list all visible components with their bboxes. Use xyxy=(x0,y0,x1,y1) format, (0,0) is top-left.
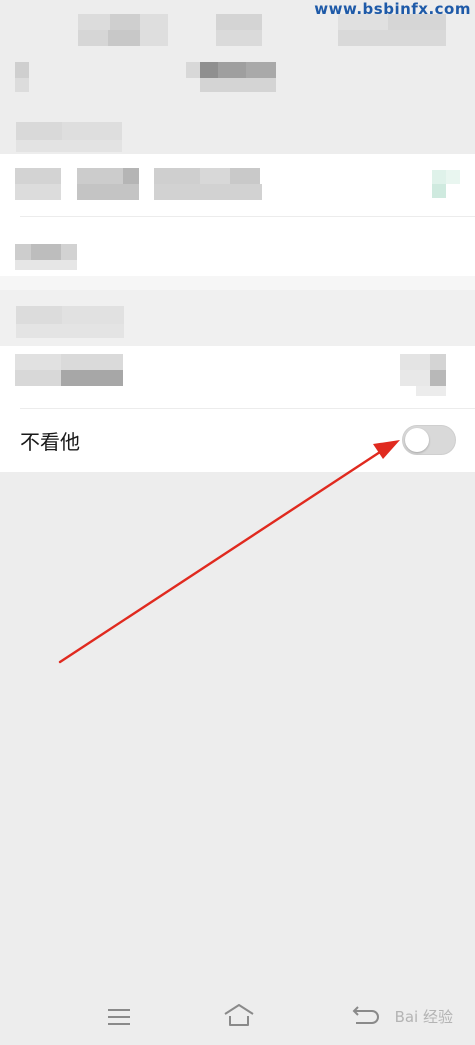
blurred-settings-group xyxy=(0,154,475,276)
back-icon[interactable] xyxy=(350,1005,380,1029)
menu-icon[interactable] xyxy=(106,1006,132,1028)
system-navbar: Bai 经验 xyxy=(0,990,475,1045)
hide-his-moments-row[interactable]: 不看他 xyxy=(0,409,475,472)
blurred-section-header xyxy=(0,276,475,346)
blurred-header xyxy=(0,0,475,120)
blurred-section-header xyxy=(0,118,475,154)
blurred-row[interactable] xyxy=(0,346,475,406)
home-icon[interactable] xyxy=(222,1002,256,1030)
arrow-shaft xyxy=(58,450,382,664)
toggle-knob xyxy=(405,428,429,452)
blurred-row[interactable] xyxy=(0,154,475,214)
hide-his-moments-toggle[interactable] xyxy=(402,425,456,455)
privacy-settings-group: 不看他 xyxy=(0,346,475,472)
watermark-baidu: Bai 经验 xyxy=(394,1008,453,1026)
hide-his-moments-label: 不看他 xyxy=(20,430,80,454)
blurred-row[interactable] xyxy=(0,216,475,276)
